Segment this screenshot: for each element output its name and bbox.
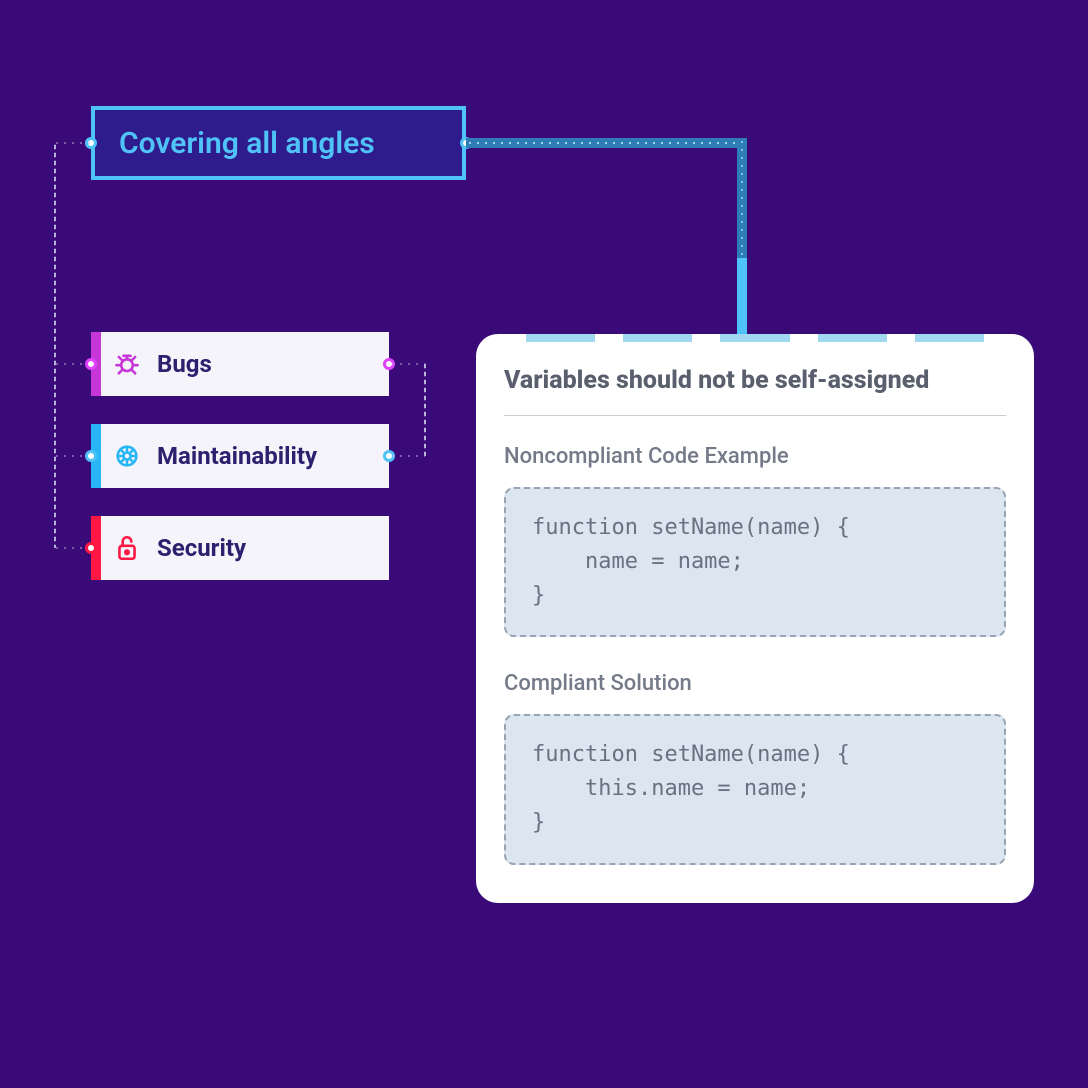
connector-dotted-vertical xyxy=(423,362,427,456)
node-dot xyxy=(85,358,97,370)
category-label: Maintainability xyxy=(157,442,317,470)
category-label: Security xyxy=(157,534,246,562)
connector-thick-vertical-solid xyxy=(737,258,747,342)
compliant-title: Compliant Solution xyxy=(504,671,1006,696)
category-maintainability: Maintainability xyxy=(91,424,389,488)
lock-icon xyxy=(113,534,141,562)
connector-thick-vertical xyxy=(737,138,747,258)
title-text: Covering all angles xyxy=(119,126,375,161)
rule-heading: Variables should not be self-assigned xyxy=(504,366,1006,395)
rule-panel: Variables should not be self-assigned No… xyxy=(476,334,1034,903)
connector-dotted-horizontal xyxy=(389,454,425,458)
gear-icon xyxy=(113,442,141,470)
category-security: Security xyxy=(91,516,389,580)
panel-accent xyxy=(526,334,984,342)
connector-dotted-vertical xyxy=(53,143,57,548)
category-label: Bugs xyxy=(157,350,212,378)
node-dot xyxy=(85,450,97,462)
noncompliant-title: Noncompliant Code Example xyxy=(504,444,1006,469)
compliant-code: function setName(name) { this.name = nam… xyxy=(504,714,1006,864)
connector-dotted-horizontal xyxy=(53,141,91,145)
connector-dotted-horizontal xyxy=(389,362,425,366)
title-box: Covering all angles xyxy=(91,106,466,180)
bug-icon xyxy=(113,350,141,378)
category-bugs: Bugs xyxy=(91,332,389,396)
node-dot xyxy=(85,542,97,554)
divider xyxy=(504,415,1006,416)
noncompliant-code: function setName(name) { name = name; } xyxy=(504,487,1006,637)
connector-thick-horizontal xyxy=(466,138,742,148)
